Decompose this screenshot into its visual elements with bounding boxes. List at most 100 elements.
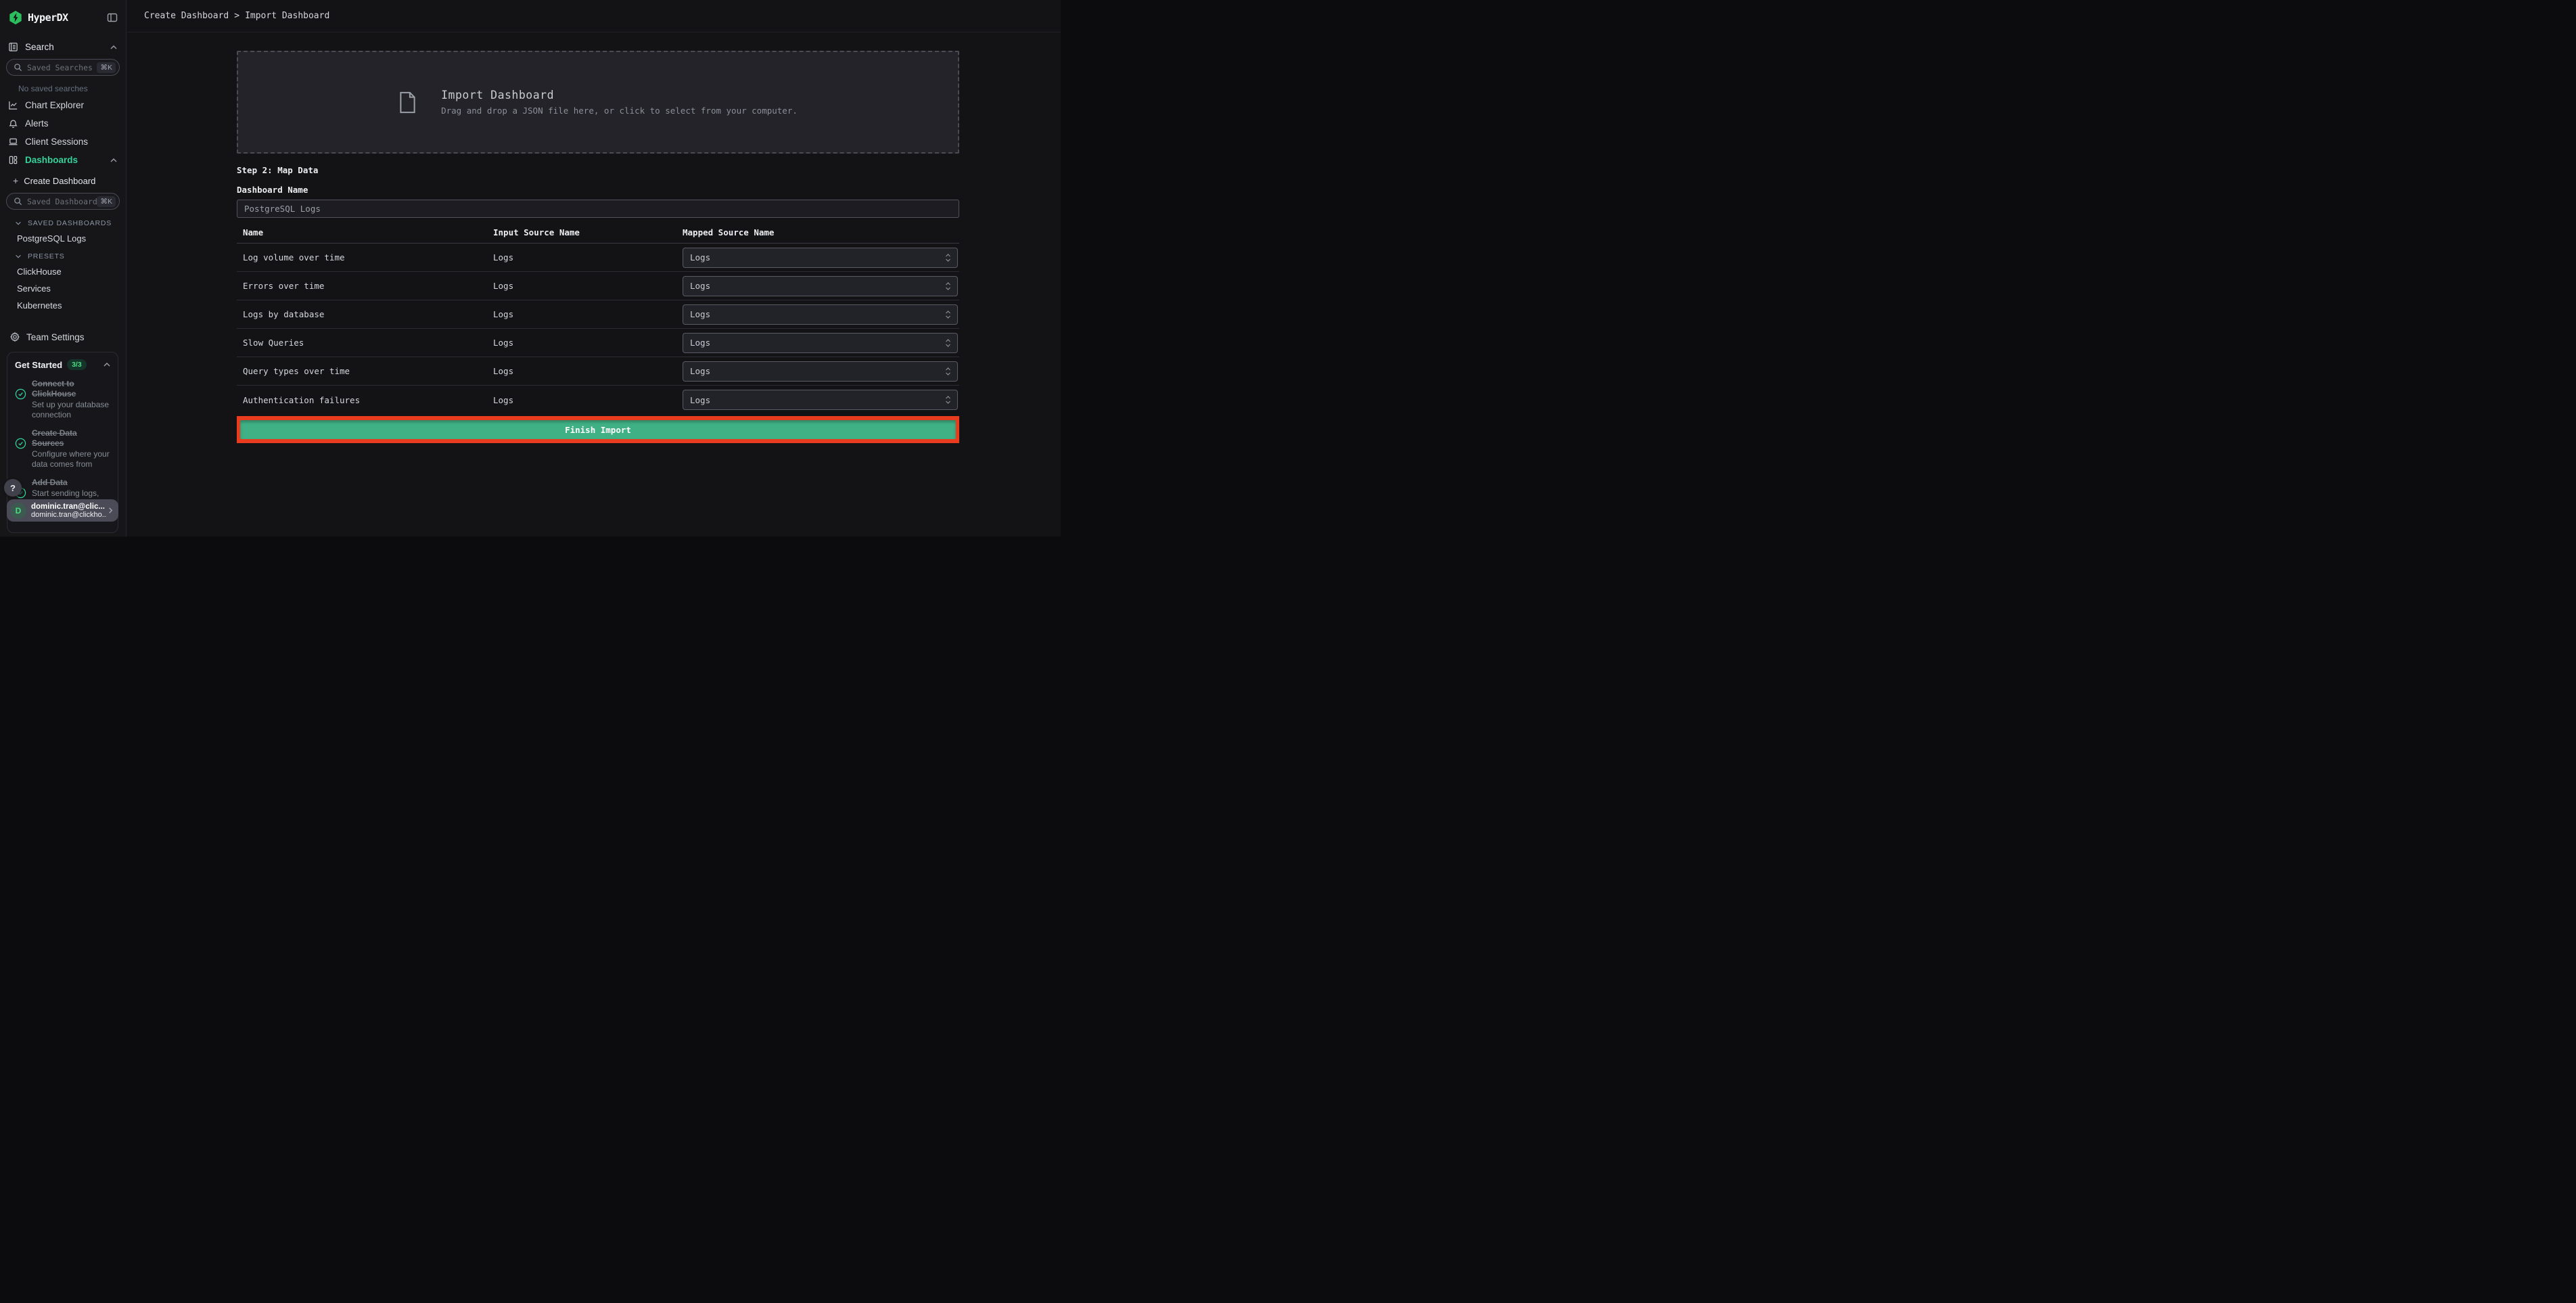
- search-section-header[interactable]: Search: [0, 35, 126, 58]
- finish-import-button[interactable]: Finish Import: [240, 420, 956, 439]
- row-input-source: Logs: [493, 338, 514, 348]
- no-saved-searches-note: No saved searches: [18, 84, 88, 93]
- task-title: Add Data: [32, 478, 68, 487]
- saved-dashboards-input[interactable]: Saved Dashboards ⌘K: [6, 193, 120, 210]
- saved-searches-input[interactable]: Saved Searches ⌘K: [6, 59, 120, 76]
- avatar: D: [10, 502, 26, 519]
- preset-item-kubernetes[interactable]: Kubernetes: [0, 297, 126, 314]
- get-started-item-connect[interactable]: Connect to ClickHouse Set up your databa…: [15, 379, 111, 419]
- row-input-source: Logs: [493, 309, 514, 319]
- row-name: Slow Queries: [243, 338, 304, 348]
- table-row: Slow Queries Logs Logs: [237, 329, 959, 357]
- chevron-up-icon[interactable]: [103, 361, 111, 369]
- chevron-up-icon: [110, 156, 118, 164]
- sidebar-item-label: Alerts: [25, 118, 49, 129]
- row-name: Errors over time: [243, 281, 325, 291]
- row-name: Query types over time: [243, 366, 350, 376]
- import-dropzone[interactable]: Import Dashboard Drag and drop a JSON fi…: [237, 51, 959, 154]
- shortcut-badge: ⌘K: [97, 62, 116, 73]
- brand-title: HyperDX: [28, 12, 68, 24]
- sidebar-item-label: Dashboards: [25, 155, 78, 165]
- laptop-icon: [8, 137, 18, 147]
- table-row: Query types over time Logs Logs: [237, 357, 959, 386]
- dashboards-grid-icon: [8, 155, 18, 165]
- search-section-icon: [8, 42, 18, 52]
- sidebar-item-client-sessions[interactable]: Client Sessions: [0, 133, 126, 151]
- breadcrumb: Create Dashboard > Import Dashboard: [127, 0, 1061, 32]
- presets-section-header[interactable]: PRESETS: [0, 247, 126, 263]
- get-started-progress-badge: 3/3: [67, 359, 87, 370]
- breadcrumb-separator: >: [234, 11, 240, 21]
- main-panel: Create Dashboard > Import Dashboard Impo…: [127, 0, 1061, 536]
- select-value: Logs: [690, 394, 711, 405]
- dashboard-name-label: Dashboard Name: [237, 185, 308, 195]
- breadcrumb-create-dashboard[interactable]: Create Dashboard: [144, 11, 229, 21]
- section-label: PRESETS: [28, 252, 65, 260]
- chevron-right-icon: [107, 507, 114, 514]
- task-title: Create Data Sources: [32, 428, 77, 448]
- user-email: dominic.tran@clickho...: [31, 510, 107, 519]
- mapped-source-select[interactable]: Logs: [683, 304, 958, 325]
- sidebar-item-team-settings[interactable]: Team Settings: [0, 326, 126, 348]
- mapped-source-select[interactable]: Logs: [683, 361, 958, 382]
- get-started-item-data-sources[interactable]: Create Data Sources Configure where your…: [15, 428, 111, 469]
- sidebar-item-chart-explorer[interactable]: Chart Explorer: [0, 96, 126, 114]
- import-dashboard-subtitle: Drag and drop a JSON file here, or click…: [441, 106, 798, 116]
- dashboard-item-postgresql-logs[interactable]: PostgreSQL Logs: [0, 230, 126, 247]
- sidebar-item-label: Client Sessions: [25, 137, 89, 147]
- mapped-source-select[interactable]: Logs: [683, 390, 958, 410]
- chevron-down-icon: [15, 253, 22, 260]
- bell-icon: [8, 118, 18, 129]
- row-input-source: Logs: [493, 366, 514, 376]
- row-input-source: Logs: [493, 394, 514, 405]
- table-row: Logs by database Logs Logs: [237, 300, 959, 329]
- create-dashboard-button[interactable]: + Create Dashboard: [0, 169, 126, 191]
- column-header-mapped-source: Mapped Source Name: [683, 227, 775, 237]
- check-circle-icon: [15, 388, 26, 400]
- table-row: Errors over time Logs Logs: [237, 272, 959, 300]
- step-title: Step 2: Map Data: [237, 165, 319, 175]
- sidebar-item-dashboards[interactable]: Dashboards: [0, 151, 126, 169]
- search-icon: [14, 63, 22, 72]
- select-value: Logs: [690, 252, 711, 262]
- section-label: SAVED DASHBOARDS: [28, 219, 112, 227]
- file-icon: [398, 91, 417, 114]
- task-title: Connect to ClickHouse: [32, 379, 76, 398]
- saved-searches-placeholder: Saved Searches: [27, 62, 93, 72]
- sidebar-collapse-icon[interactable]: [107, 12, 118, 23]
- select-chevrons-icon: [944, 338, 952, 348]
- shortcut-badge: ⌘K: [97, 196, 116, 207]
- sidebar-header: HyperDX: [0, 0, 126, 35]
- plus-icon: +: [13, 175, 19, 186]
- task-subtitle: Set up your database connection: [32, 400, 110, 419]
- team-settings-label: Team Settings: [26, 332, 85, 342]
- select-chevrons-icon: [944, 394, 952, 405]
- mapped-source-select[interactable]: Logs: [683, 332, 958, 353]
- breadcrumb-import-dashboard: Import Dashboard: [245, 11, 330, 21]
- select-chevrons-icon: [944, 309, 952, 320]
- user-account-chip[interactable]: D dominic.tran@clic... dominic.tran@clic…: [7, 499, 118, 522]
- sidebar: HyperDX Search Saved Searches ⌘K No save…: [0, 0, 127, 536]
- search-icon: [14, 197, 22, 206]
- dashboards-tree: SAVED DASHBOARDS PostgreSQL Logs PRESETS…: [0, 210, 126, 314]
- check-circle-icon: [15, 438, 26, 449]
- search-section-label: Search: [25, 42, 54, 52]
- row-name: Logs by database: [243, 309, 325, 319]
- preset-item-clickhouse[interactable]: ClickHouse: [0, 263, 126, 280]
- row-name: Log volume over time: [243, 252, 345, 262]
- select-value: Logs: [690, 309, 711, 319]
- row-input-source: Logs: [493, 281, 514, 291]
- dashboard-name-input[interactable]: [237, 200, 959, 218]
- sidebar-item-alerts[interactable]: Alerts: [0, 114, 126, 133]
- table-header-row: Name Input Source Name Mapped Source Nam…: [237, 227, 959, 244]
- mapped-source-select[interactable]: Logs: [683, 275, 958, 296]
- select-chevrons-icon: [944, 252, 952, 263]
- help-button[interactable]: ?: [4, 479, 22, 497]
- select-value: Logs: [690, 281, 711, 291]
- select-chevrons-icon: [944, 281, 952, 292]
- sidebar-item-label: Chart Explorer: [25, 100, 85, 110]
- saved-dashboards-section-header[interactable]: SAVED DASHBOARDS: [0, 214, 126, 230]
- user-name: dominic.tran@clic...: [31, 502, 105, 511]
- preset-item-services[interactable]: Services: [0, 280, 126, 297]
- mapped-source-select[interactable]: Logs: [683, 247, 958, 268]
